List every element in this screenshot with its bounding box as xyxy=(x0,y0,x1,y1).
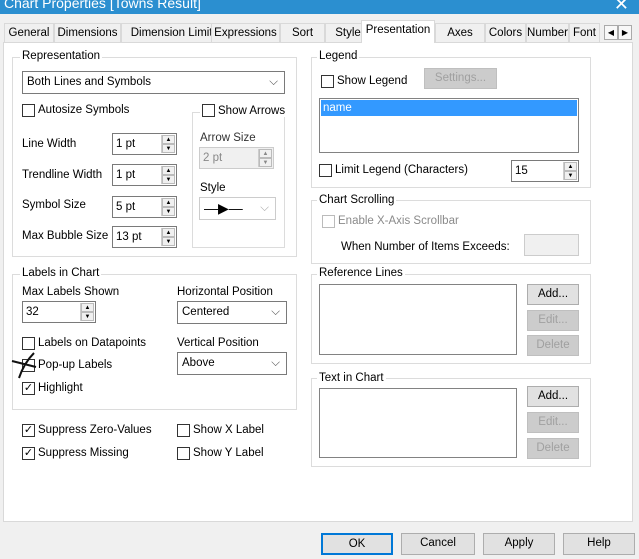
autosize-checkbox[interactable] xyxy=(22,104,35,117)
show-arrows-label: Show Arrows xyxy=(218,104,286,117)
representation-value: Both Lines and Symbols xyxy=(27,76,152,88)
arrow-size-value: 2 pt xyxy=(203,152,223,164)
vertical-position-value: Above xyxy=(182,357,215,369)
text-in-chart-label: Text in Chart xyxy=(317,372,386,384)
show-legend-label: Show Legend xyxy=(337,75,408,87)
horizontal-position-select[interactable]: Centered ⌵ xyxy=(177,301,287,324)
enable-scrollbar-checkbox[interactable] xyxy=(322,215,335,228)
cancel-button[interactable]: Cancel xyxy=(401,533,475,555)
apply-button[interactable]: Apply xyxy=(483,533,555,555)
symbol-size-value: 5 pt xyxy=(116,201,136,213)
chart-scrolling-label: Chart Scrolling xyxy=(317,194,397,206)
reference-delete-button[interactable]: Delete xyxy=(527,335,579,356)
handwritten-cross-mark xyxy=(11,352,37,379)
suppress-missing-checkbox[interactable]: ✓ xyxy=(22,447,35,460)
text-delete-button[interactable]: Delete xyxy=(527,438,579,459)
line-width-stepper[interactable]: 1 pt ▲ ▼ xyxy=(112,133,177,155)
reference-lines-list[interactable] xyxy=(319,284,517,355)
chevron-down-icon: ⌵ xyxy=(271,306,280,318)
legend-list[interactable]: name xyxy=(319,98,579,153)
reference-add-button[interactable]: Add... xyxy=(527,284,579,305)
symbol-size-stepper[interactable]: 5 pt ▲ ▼ xyxy=(112,196,177,218)
items-exceeds-label: When Number of Items Exceeds: xyxy=(341,241,510,253)
trendline-width-label: Trendline Width xyxy=(22,169,103,181)
chevron-down-icon: ⌵ xyxy=(260,202,269,214)
tab-general[interactable]: General xyxy=(4,23,54,42)
vertical-position-select[interactable]: Above ⌵ xyxy=(177,352,287,375)
limit-legend-label: Limit Legend (Characters) xyxy=(335,164,468,176)
max-bubble-value: 13 pt xyxy=(116,231,142,243)
line-width-label: Line Width xyxy=(22,138,77,150)
show-x-label-text: Show X Label xyxy=(193,424,264,436)
window-title: Chart Properties [Towns Result] xyxy=(0,0,639,14)
highlight-label: Highlight xyxy=(38,382,83,394)
suppress-zero-label: Suppress Zero-Values xyxy=(38,424,152,436)
text-edit-button[interactable]: Edit... xyxy=(527,412,579,433)
limit-legend-checkbox[interactable] xyxy=(319,164,332,177)
text-add-button[interactable]: Add... xyxy=(527,386,579,407)
tab-scroll-left-icon[interactable]: ◀ xyxy=(604,25,618,40)
tab-axes[interactable]: Axes xyxy=(435,23,485,42)
tab-colors[interactable]: Colors xyxy=(485,23,526,42)
trendline-width-stepper[interactable]: 1 pt ▲ ▼ xyxy=(112,164,177,186)
symbol-size-label: Symbol Size xyxy=(22,199,86,211)
tab-font[interactable]: Font xyxy=(569,23,600,42)
chevron-down-icon: ⌵ xyxy=(271,357,280,369)
horizontal-position-value: Centered xyxy=(182,306,230,318)
items-exceeds-input[interactable] xyxy=(524,234,579,256)
show-legend-checkbox[interactable] xyxy=(321,75,334,88)
chevron-down-icon: ⌵ xyxy=(269,76,278,88)
tab-sort[interactable]: Sort xyxy=(280,23,325,42)
tab-expressions[interactable]: Expressions xyxy=(211,23,280,42)
suppress-missing-label: Suppress Missing xyxy=(38,447,129,459)
help-button[interactable]: Help xyxy=(563,533,635,555)
text-in-chart-list[interactable] xyxy=(319,388,517,458)
arrow-style-select[interactable]: —▶— ⌵ xyxy=(199,197,276,220)
labels-on-datapoints-label: Labels on Datapoints xyxy=(38,337,147,349)
limit-legend-value: 15 xyxy=(515,165,528,177)
reference-lines-label: Reference Lines xyxy=(317,267,405,279)
tab-dimensions[interactable]: Dimensions xyxy=(54,23,121,42)
arrow-size-stepper[interactable]: 2 pt ▲ ▼ xyxy=(199,147,274,169)
arrow-size-label: Arrow Size xyxy=(200,132,256,144)
enable-scrollbar-label: Enable X-Axis Scrollbar xyxy=(338,215,459,227)
popup-labels-label: Pop-up Labels xyxy=(38,359,113,371)
line-width-value: 1 pt xyxy=(116,138,136,150)
arrow-line-icon: —▶— xyxy=(204,200,243,216)
show-x-label-checkbox[interactable] xyxy=(177,424,190,437)
reference-edit-button[interactable]: Edit... xyxy=(527,310,579,331)
horizontal-position-label: Horizontal Position xyxy=(177,286,273,298)
highlight-checkbox[interactable]: ✓ xyxy=(22,382,35,395)
max-bubble-stepper[interactable]: 13 pt ▲ ▼ xyxy=(112,226,177,248)
tab-number[interactable]: Number xyxy=(526,23,569,42)
max-bubble-label: Max Bubble Size xyxy=(22,230,109,242)
show-arrows-toggle[interactable]: Show Arrows xyxy=(200,104,288,117)
show-arrows-checkbox[interactable] xyxy=(202,104,215,117)
representation-select[interactable]: Both Lines and Symbols ⌵ xyxy=(22,71,285,94)
max-labels-stepper[interactable]: 32 ▲ ▼ xyxy=(22,301,96,323)
labels-group-label: Labels in Chart xyxy=(20,267,102,279)
limit-legend-stepper[interactable]: 15 ▲ ▼ xyxy=(511,160,579,182)
show-y-label-checkbox[interactable] xyxy=(177,447,190,460)
arrow-style-label: Style xyxy=(200,182,226,194)
representation-label: Representation xyxy=(20,50,102,62)
tab-scroll-right-icon[interactable]: ▶ xyxy=(618,25,632,40)
suppress-zero-checkbox[interactable]: ✓ xyxy=(22,424,35,437)
legend-settings-button[interactable]: Settings... xyxy=(424,68,497,89)
close-icon[interactable]: ✕ xyxy=(614,0,629,15)
autosize-label: Autosize Symbols xyxy=(38,104,130,116)
max-labels-value: 32 xyxy=(26,306,39,318)
legend-label: Legend xyxy=(317,50,360,62)
max-labels-label: Max Labels Shown xyxy=(22,286,120,298)
vertical-position-label: Vertical Position xyxy=(177,337,259,349)
show-y-label-text: Show Y Label xyxy=(193,447,264,459)
labels-on-datapoints-checkbox[interactable] xyxy=(22,337,35,350)
tab-presentation[interactable]: Presentation xyxy=(361,20,435,43)
legend-list-item[interactable]: name xyxy=(321,100,577,116)
trendline-width-value: 1 pt xyxy=(116,169,136,181)
ok-button[interactable]: OK xyxy=(321,533,393,555)
